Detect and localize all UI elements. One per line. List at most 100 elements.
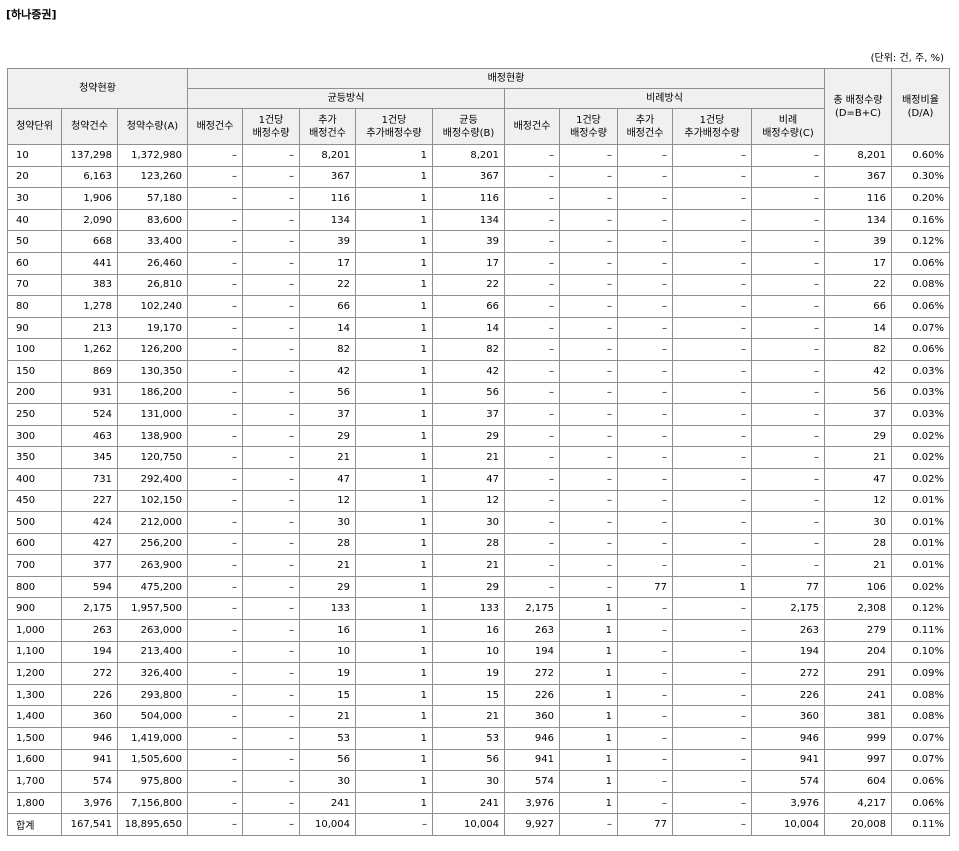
table-cell: 800: [7, 575, 62, 599]
table-cell: 226: [504, 683, 560, 707]
table-cell: 1: [559, 683, 618, 707]
table-cell: –: [242, 619, 300, 642]
table-cell: –: [242, 748, 300, 772]
table-cell: 0.60%: [891, 144, 950, 167]
table-cell: –: [242, 705, 300, 729]
table-cell: 16: [432, 619, 505, 642]
table-cell: –: [559, 359, 618, 383]
table-cell: 47: [299, 467, 356, 491]
table-cell: 56: [432, 748, 505, 772]
table-cell: –: [242, 338, 300, 361]
table-cell: 21: [824, 446, 892, 469]
table-cell: –: [242, 403, 300, 426]
table-cell: 0.30%: [891, 165, 950, 189]
table-cell: –: [187, 813, 243, 837]
table-row: 1,700 574 975,800– –30 1 30 574 1– –574 604 0.06%: [7, 770, 950, 793]
table-cell: 4,217: [824, 791, 892, 815]
table-cell: –: [504, 273, 560, 297]
table-cell: –: [617, 791, 673, 815]
table-cell: –: [617, 532, 673, 556]
table-cell: –: [751, 381, 825, 405]
table-cell: –: [504, 208, 560, 232]
table-cell: 19: [299, 662, 356, 685]
table-cell: 250: [7, 403, 62, 426]
table-cell: –: [187, 295, 243, 318]
table-cell: –: [504, 295, 560, 318]
table-cell: 116: [432, 187, 505, 210]
header-equal-extra-per: 1건당 추가배정수량: [355, 108, 433, 145]
table-cell: 1: [559, 727, 618, 750]
table-cell: 1,419,000: [117, 727, 188, 750]
table-cell: 2,308: [824, 597, 892, 621]
table-cell: –: [504, 144, 560, 167]
table-cell: 0.06%: [891, 251, 950, 275]
table-cell: 668: [61, 230, 118, 253]
table-row: 30 1,906 57,180– –116 1 116– – – – –116 0.20%: [7, 187, 950, 210]
table-cell: 1,800: [7, 791, 62, 815]
table-row: 1,200 272 326,400– –19 1 19 272 1– –272 291 0.09%: [7, 662, 950, 685]
table-cell: –: [504, 251, 560, 275]
table-cell: 29: [432, 575, 505, 599]
table-cell: –: [751, 251, 825, 275]
table-cell: 37: [824, 403, 892, 426]
table-cell: –: [672, 316, 752, 340]
table-cell: –: [672, 554, 752, 577]
table-row: 1,100 194 213,400– –10 1 10 194 1– –194 204 0.10%: [7, 640, 950, 664]
table-cell: –: [751, 467, 825, 491]
table-cell: 21: [299, 554, 356, 577]
table-cell: –: [242, 165, 300, 189]
table-cell: –: [187, 338, 243, 361]
table-cell: –: [617, 273, 673, 297]
table-cell: 1: [355, 511, 433, 534]
table-row: 1,800 3,976 7,156,800– –241 1 241 3,976 1– –3,97…: [7, 791, 950, 815]
table-cell: 194: [61, 640, 118, 664]
table-cell: –: [559, 295, 618, 318]
table-cell: –: [504, 381, 560, 405]
table-cell: 1,300: [7, 683, 62, 707]
table-cell: 1: [559, 640, 618, 664]
table-cell: 1: [355, 359, 433, 383]
table-cell: –: [242, 813, 300, 837]
table-cell: 0.01%: [891, 532, 950, 556]
table-cell: –: [187, 144, 243, 167]
table-cell: 1,000: [7, 619, 62, 642]
total-row: 합계 167,541 18,895,650– –10,004–10,004 9,927–…: [7, 813, 950, 837]
table-cell: 524: [61, 403, 118, 426]
table-cell: 1: [355, 619, 433, 642]
table-cell: 106: [824, 575, 892, 599]
table-cell: –: [187, 359, 243, 383]
table-cell: 1,957,500: [117, 597, 188, 621]
table-cell: –: [504, 511, 560, 534]
table-cell: 0.02%: [891, 424, 950, 448]
table-cell: 20: [7, 165, 62, 189]
table-cell: –: [617, 705, 673, 729]
table-cell: 56: [432, 381, 505, 405]
header-allocation-ratio: 배정비율 (D/A): [891, 68, 950, 145]
table-cell: –: [504, 187, 560, 210]
table-cell: 10,004: [299, 813, 356, 837]
table-cell: 134: [824, 208, 892, 232]
table-cell: 15: [299, 683, 356, 707]
table-row: 40 2,090 83,600– –134 1 134– – – – –134 0.16%: [7, 208, 950, 232]
table-cell: –: [559, 554, 618, 577]
table-cell: 1: [559, 791, 618, 815]
table-cell: 30: [299, 770, 356, 793]
table-cell: 22: [299, 273, 356, 297]
table-cell: –: [672, 165, 752, 189]
table-cell: –: [559, 813, 618, 837]
table-row: 250 524 131,000– –37 1 37– – – – –37 0.03%: [7, 403, 950, 426]
table-cell: 381: [824, 705, 892, 729]
table-cell: –: [672, 662, 752, 685]
table-cell: –: [242, 295, 300, 318]
table-cell: 0.06%: [891, 338, 950, 361]
header-total-allocation: 총 배정수량 (D=B+C): [824, 68, 892, 145]
table-cell: 77: [617, 575, 673, 599]
table-cell: –: [617, 187, 673, 210]
table-cell: 1: [355, 748, 433, 772]
table-cell: 383: [61, 273, 118, 297]
table-cell: –: [242, 273, 300, 297]
table-cell: –: [559, 381, 618, 405]
table-cell: 326,400: [117, 662, 188, 685]
table-cell: –: [672, 359, 752, 383]
table-cell: –: [672, 230, 752, 253]
